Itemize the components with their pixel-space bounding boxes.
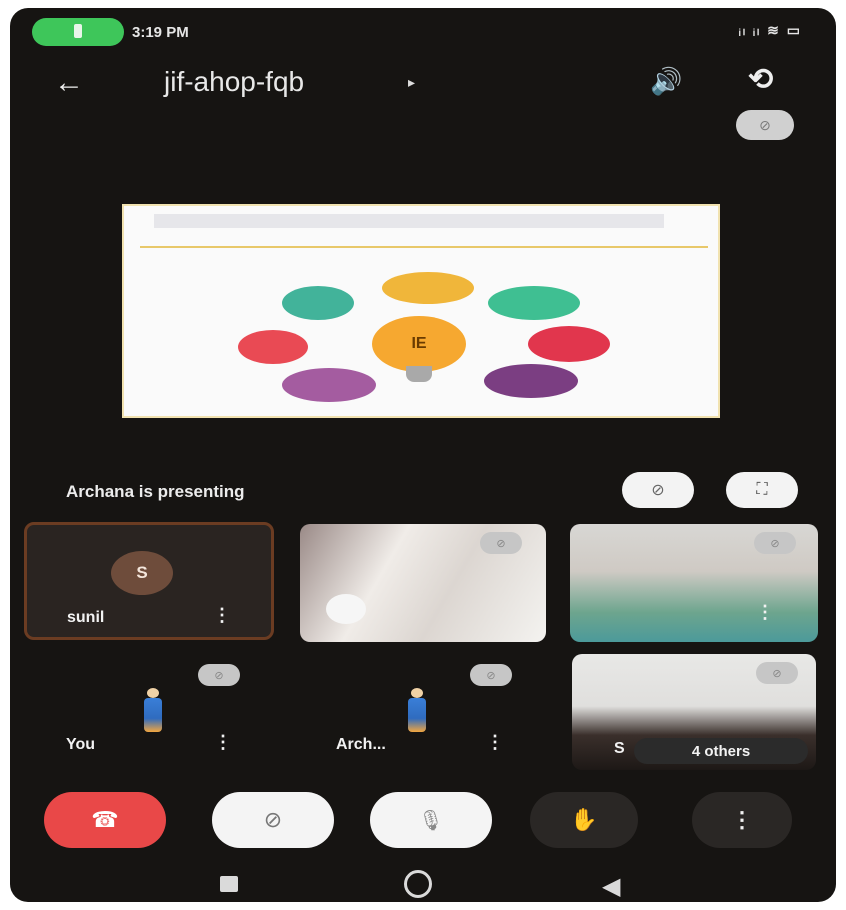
end-call-icon: ☎	[91, 807, 119, 832]
diagram-bubble	[282, 368, 376, 402]
bulb-base	[406, 366, 432, 382]
slide-divider	[140, 246, 708, 248]
presenting-label: Archana is presenting	[66, 482, 245, 501]
nav-home-icon[interactable]	[404, 870, 432, 898]
raise-hand-button[interactable]: ✋	[530, 792, 638, 848]
mic-off-icon: ⊘	[736, 110, 794, 140]
shared-screen: IE	[122, 204, 720, 418]
diagram-bubble	[528, 326, 610, 362]
diagram-bubble	[282, 286, 354, 320]
status-time: 3:19 PM	[132, 24, 189, 41]
more-vert-icon[interactable]: ⋮	[486, 732, 504, 753]
phone-screen: 3:19 PM ᵢₗ ᵢₗ ≋ ▭ ← jif-ahop-fqb ▸ 🔊 ⟲ ⊘…	[10, 8, 836, 902]
participant-tile-video[interactable]: ⊘	[300, 524, 546, 642]
bulb-center: IE	[372, 316, 466, 372]
mic-off-icon: ⊘	[651, 482, 665, 499]
avatar: S	[111, 551, 173, 595]
raise-hand-icon: ✋	[570, 807, 598, 832]
mute-presentation-button[interactable]: ⊘	[622, 472, 694, 508]
avatar-figure	[406, 688, 428, 732]
camera-toggle-button[interactable]: ⊘	[212, 792, 334, 848]
diagram-bubble	[488, 286, 580, 320]
participant-name: You	[66, 736, 96, 753]
more-vert-icon: ⋮	[731, 807, 753, 832]
more-vert-icon[interactable]: ⋮	[213, 605, 231, 626]
speaker-icon[interactable]: 🔊	[650, 66, 682, 97]
nav-recents-icon[interactable]	[220, 876, 238, 892]
fullscreen-button[interactable]: ⛶	[726, 472, 798, 508]
mic-off-icon: 🎙	[418, 809, 444, 832]
avatar-figure	[142, 688, 164, 732]
status-icons: ᵢₗ ᵢₗ ≋ ▭	[738, 22, 802, 38]
participant-tile-sunil[interactable]: S sunil ⋮	[24, 522, 274, 640]
slide-header-bar	[154, 214, 664, 228]
back-arrow-icon[interactable]: ←	[54, 66, 84, 100]
mic-toggle-button[interactable]: 🎙	[370, 792, 492, 848]
switch-camera-icon[interactable]: ⟲	[748, 62, 773, 97]
participant-name: S	[614, 740, 625, 757]
mic-off-icon: ⊘	[480, 532, 522, 554]
participant-name: Arch...	[336, 736, 386, 753]
end-call-button[interactable]: ☎	[44, 792, 166, 848]
diagram-bubble	[382, 272, 474, 304]
more-options-button[interactable]: ⋮	[692, 792, 792, 848]
pin-icon[interactable]	[326, 594, 366, 624]
mic-off-icon: ⊘	[198, 664, 240, 686]
participant-name: sunil	[67, 609, 105, 626]
others-count-pill[interactable]: 4 others	[634, 738, 808, 764]
mic-off-icon: ⊘	[470, 664, 512, 686]
chevron-right-icon[interactable]: ▸	[408, 74, 415, 91]
diagram-bubble	[238, 330, 308, 364]
mic-off-icon: ⊘	[756, 662, 798, 684]
ongoing-call-pill[interactable]	[32, 18, 124, 46]
nav-back-icon[interactable]: ◀	[602, 872, 620, 901]
call-pill-icon	[74, 24, 82, 38]
mic-off-icon: ⊘	[754, 532, 796, 554]
diagram-bubble	[484, 364, 578, 398]
fullscreen-icon: ⛶	[756, 481, 768, 498]
more-vert-icon[interactable]: ⋮	[214, 732, 232, 753]
participant-tile-video[interactable]: ⊘ ⋮	[570, 524, 818, 642]
camera-off-icon: ⊘	[263, 807, 283, 832]
more-vert-icon[interactable]: ⋮	[756, 602, 774, 623]
meeting-code[interactable]: jif-ahop-fqb	[164, 66, 304, 98]
